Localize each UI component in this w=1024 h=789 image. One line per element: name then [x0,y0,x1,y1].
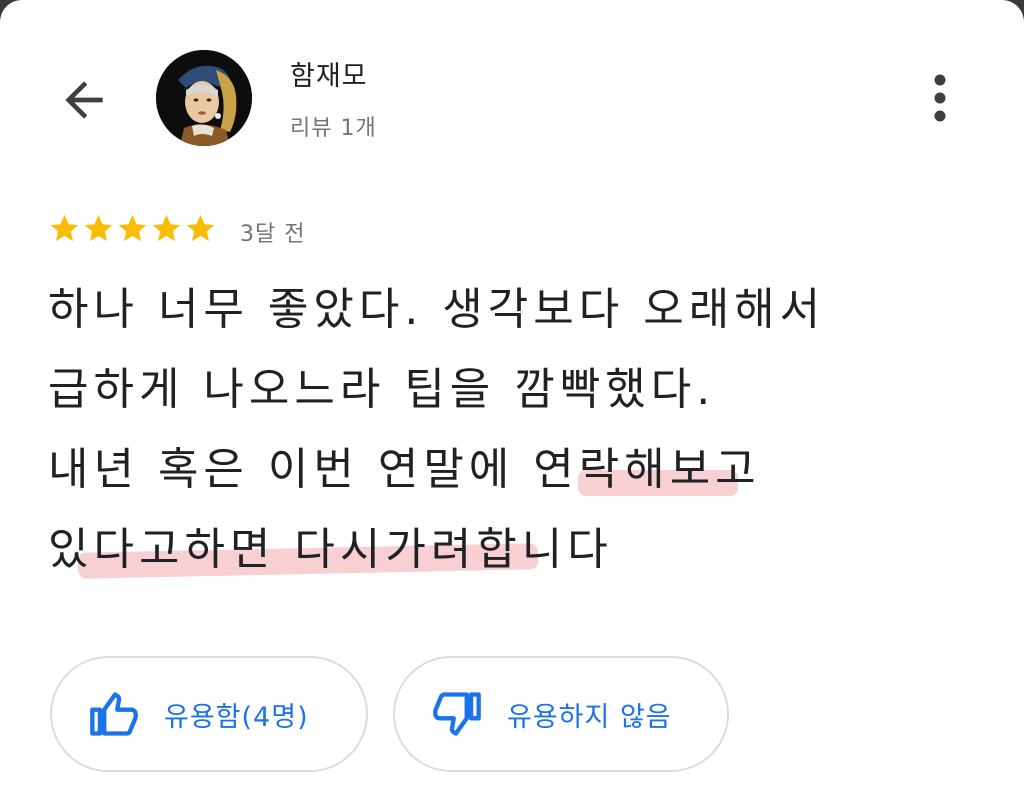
not-helpful-label: 유용하지 않음 [507,701,672,733]
star-icon [50,214,79,242]
thumbs-down-icon [433,692,481,736]
review-line: 있다고하면 다시가려합니다 [48,510,988,590]
avatar-image [156,50,252,146]
more-vertical-icon [934,74,946,122]
thumbs-up-icon [90,692,138,736]
star-icon [84,214,113,242]
review-card: 함재모 리뷰 1개 3달 전 하나 너무 좋았다. 생각보다 오래해서 급하게 … [0,0,1024,789]
not-helpful-button[interactable]: 유용하지 않음 [393,656,729,772]
arrow-left-icon [65,81,103,119]
user-name[interactable]: 함재모 [290,54,368,93]
back-button[interactable] [44,60,124,140]
star-icon [186,214,215,242]
review-line: 내년 혹은 이번 연말에 연락해보고 [48,444,761,496]
review-count: 리뷰 1개 [290,116,377,141]
star-icon [118,214,147,242]
more-options-button[interactable] [910,66,970,130]
review-text: 하나 너무 좋았다. 생각보다 오래해서 급하게 나오느라 팁을 깜빡했다. 내… [48,270,988,590]
review-line: 급하게 나오느라 팁을 깜빡했다. [48,364,716,415]
review-line: 하나 너무 좋았다. 생각보다 오래해서 [48,284,826,335]
helpful-label: 유용함(4명) [164,701,309,733]
review-time: 3달 전 [240,222,306,247]
avatar[interactable] [156,50,252,146]
star-rating [48,212,217,245]
star-icon [152,214,181,242]
helpful-button[interactable]: 유용함(4명) [50,656,368,772]
